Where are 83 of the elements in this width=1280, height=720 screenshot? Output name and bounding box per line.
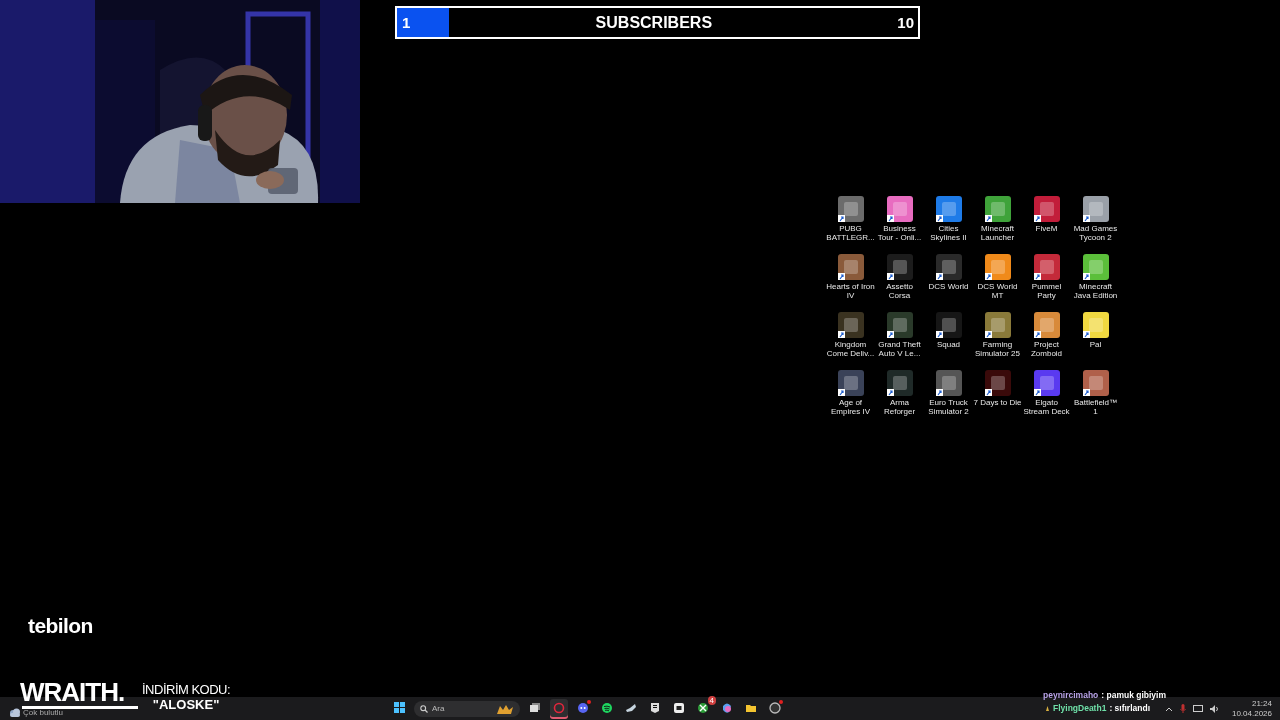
desktop-shortcut[interactable]: Cities Skylines II	[924, 196, 973, 254]
search-bar[interactable]: Ara	[413, 700, 520, 717]
chat-message: : pamuk gibiyim	[1101, 690, 1166, 700]
icon-label: Grand Theft Auto V Le...	[877, 340, 922, 358]
clock-date: 10.04.2026	[1231, 708, 1272, 718]
chat-bubble-icon	[576, 701, 589, 714]
icon-label: Pummel Party	[1030, 282, 1063, 300]
desktop-shortcut[interactable]: Grand Theft Auto V Le...	[875, 312, 924, 370]
chevron-up-icon	[1164, 705, 1173, 712]
desktop-shortcut[interactable]: Pummel Party	[1022, 254, 1071, 312]
ring-icon	[552, 701, 565, 714]
icon-label: Business Tour - Onli...	[876, 224, 923, 242]
desktop-shortcut[interactable]: PUBG BATTLEGR...	[826, 196, 875, 254]
app-icon	[768, 701, 781, 714]
search-input[interactable]: Ara	[431, 704, 492, 713]
icon-label: Minecraft Launcher	[979, 224, 1016, 242]
volume-icon	[1209, 704, 1219, 713]
icon-label: Project Zomboid	[1029, 340, 1064, 358]
network-icon	[1192, 704, 1203, 713]
microphone-icon	[1179, 704, 1186, 713]
sphere-icon	[696, 701, 709, 714]
user-badge-icon	[1045, 704, 1050, 712]
desktop-shortcut[interactable]: Minecraft Launcher	[973, 196, 1022, 254]
icon-label: Squad	[935, 340, 962, 349]
desktop-shortcut[interactable]: Euro Truck Simulator 2	[924, 370, 973, 428]
icon-label: Elgato Stream Deck	[1022, 398, 1071, 416]
search-icon	[419, 704, 428, 713]
icon-label: Cities Skylines II	[929, 224, 968, 242]
weather-text: Çok bulutlu	[23, 708, 64, 717]
sponsor-logo: tebilon	[28, 614, 93, 638]
square-icon	[672, 701, 685, 714]
shield-icon	[648, 701, 661, 714]
icon-label: Age of Empires IV	[829, 398, 872, 416]
clock-time: 21:24	[1251, 699, 1272, 709]
window-stack-icon	[528, 701, 541, 714]
cloud-icon	[9, 708, 21, 717]
progress-current: 1	[402, 14, 411, 31]
desktop-shortcut[interactable]: 7 Days to Die	[973, 370, 1022, 428]
icon-label: Hearts of Iron IV	[826, 282, 875, 300]
desktop-shortcut[interactable]: Hearts of Iron IV	[826, 254, 875, 312]
desktop-shortcut[interactable]: Pal	[1071, 312, 1120, 370]
chat-username: FlyingDeath1	[1053, 703, 1107, 713]
icon-label: Mad Games Tycoon 2	[1072, 224, 1119, 242]
progress-title: SUBSCRIBERS	[595, 13, 713, 32]
icon-label: Euro Truck Simulator 2	[927, 398, 970, 416]
icon-label: Arma Reforger	[882, 398, 917, 416]
notification-dot	[778, 699, 783, 704]
icon-label: FiveM	[1034, 224, 1059, 233]
desktop-shortcut[interactable]: Project Zomboid	[1022, 312, 1071, 370]
windows-icon	[393, 702, 405, 713]
icon-label: DCS World	[927, 282, 970, 291]
icon-label: 7 Days to Die	[973, 398, 1022, 407]
desktop-shortcut[interactable]: FiveM	[1022, 196, 1071, 254]
icon-label: PUBG BATTLEGR...	[826, 224, 875, 242]
desktop-shortcut[interactable]: Elgato Stream Deck	[1022, 370, 1071, 428]
desktop-shortcut[interactable]: Age of Empires IV	[826, 370, 875, 428]
desktop-shortcut[interactable]: Business Tour - Onli...	[875, 196, 924, 254]
brand-logo: WRAITH.	[20, 679, 126, 705]
desktop-shortcut[interactable]: Mad Games Tycoon 2	[1071, 196, 1120, 254]
desktop-shortcut[interactable]: Kingdom Come Deliv...	[826, 312, 875, 370]
icon-label: Farming Simulator 25	[974, 340, 1021, 358]
desktop-shortcut[interactable]: Battlefield™ 1	[1071, 370, 1120, 428]
desktop-shortcut[interactable]: Assetto Corsa	[875, 254, 924, 312]
desktop-shortcut[interactable]: DCS World MT	[973, 254, 1022, 312]
desktop-shortcut[interactable]: Minecraft Java Edition	[1071, 254, 1120, 312]
icon-label: Kingdom Come Deliv...	[826, 340, 875, 358]
icon-label: Pal	[1088, 340, 1103, 349]
chat-message: : sıfırlandı	[1109, 703, 1150, 713]
promo-label: İNDİRİM KODU:	[142, 682, 231, 697]
icon-label: DCS World MT	[976, 282, 1019, 300]
icon-label: Minecraft Java Edition	[1072, 282, 1119, 300]
notification-badge: 4	[707, 695, 716, 705]
icon-label: Battlefield™ 1	[1072, 398, 1119, 416]
sound-waves-icon	[600, 701, 613, 714]
desktop-shortcut[interactable]: Squad	[924, 312, 973, 370]
desktop-shortcut[interactable]: Arma Reforger	[875, 370, 924, 428]
desktop-shortcut[interactable]: Farming Simulator 25	[973, 312, 1022, 370]
desktop-shortcut[interactable]: DCS World	[924, 254, 973, 312]
notification-dot	[586, 699, 591, 704]
promo-code: "ALOSKE"	[152, 697, 220, 712]
chat-username: peynircimaho	[1043, 690, 1099, 700]
icon-label: Assetto Corsa	[885, 282, 914, 300]
progress-target: 10	[897, 14, 914, 31]
